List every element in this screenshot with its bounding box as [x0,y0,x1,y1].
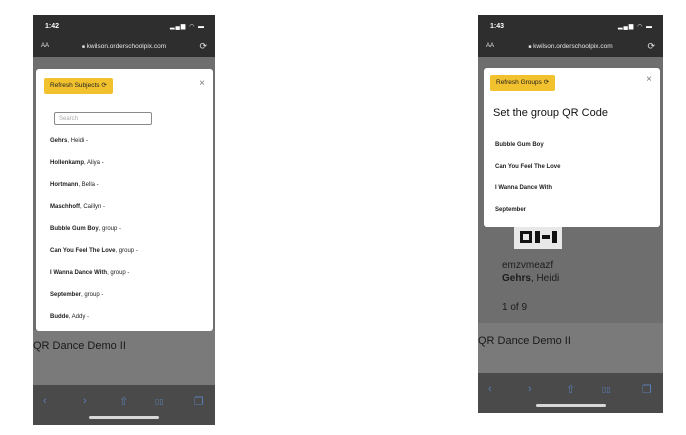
phone-left: 1:42 ▂▄▆ ◠ ▬ AA ■ kwilson.orderschoolpix… [33,15,215,425]
refresh-subjects-button[interactable]: Refresh Subjects ⟳ [44,78,113,94]
group-item[interactable]: Bubble Gum Boy [495,142,544,148]
address-bar[interactable]: AA ■ kwilson.orderschoolpix.com ⟳ [33,37,215,57]
page-band [33,330,215,385]
back-icon[interactable]: ‹ [488,383,492,395]
status-time: 1:42 [45,23,60,30]
refresh-groups-button[interactable]: Refresh Groups ⟳ [490,75,556,91]
page-band [478,323,663,373]
forward-icon[interactable]: › [83,395,87,407]
list-item[interactable]: Maschhoff, Caillyn - [50,204,105,210]
group-item[interactable]: Can You Feel The Love [495,164,560,170]
list-item[interactable]: Hortmann, Bella - [50,182,99,188]
close-icon[interactable]: × [646,74,652,85]
status-bar: 1:43 ▂▄▆ ◠ ▬ [478,15,663,37]
tabs-icon[interactable]: ❐ [194,395,204,408]
close-icon[interactable]: × [199,78,205,89]
lock-icon: ■ [81,44,85,50]
share-icon[interactable]: ⇧ [119,395,128,408]
url-text: kwilson.orderschoolpix.com [533,43,613,50]
refresh-icon: ⟳ [543,79,550,86]
list-item[interactable]: Gehrs, Heidi - [50,138,88,144]
page-title: QR Dance Demo II [33,340,126,352]
search-input[interactable]: Search [54,112,152,125]
status-bar: 1:42 ▂▄▆ ◠ ▬ [33,15,215,37]
group-item[interactable]: I Wanna Dance With [495,185,552,191]
list-item[interactable]: Bubble Gum Boy, group - [50,226,121,232]
browser-toolbar: ‹ › ⇧ ▯▯ ❐ [478,373,663,413]
forward-icon[interactable]: › [528,383,532,395]
url-label: ■ kwilson.orderschoolpix.com [33,43,215,50]
reload-icon[interactable]: ⟳ [647,41,655,52]
modal-heading: Set the group QR Code [493,107,608,119]
address-bar[interactable]: AA ■ kwilson.orderschoolpix.com ⟳ [478,37,663,57]
refresh-subjects-label: Refresh Subjects [50,82,100,89]
subject-name: Gehrs, Heidi [502,273,560,284]
signal-wifi-battery-icon: ▂▄▆ ◠ ▬ [169,24,205,30]
home-indicator [89,416,159,419]
refresh-icon: ⟳ [101,82,107,89]
list-item[interactable]: Hollenkamp, Aliya - [50,160,104,166]
qr-code-value: emzvmeazf [502,260,554,271]
share-icon[interactable]: ⇧ [566,383,575,396]
lock-icon: ■ [528,44,532,50]
home-indicator [535,404,606,407]
phone-right: 1:43 ▂▄▆ ◠ ▬ AA ■ kwilson.orderschoolpix… [478,15,663,413]
url-text: kwilson.orderschoolpix.com [86,43,167,50]
page-title: QR Dance Demo II [478,335,571,347]
refresh-groups-label: Refresh Groups [496,79,542,86]
browser-toolbar: ‹ › ⇧ ▯▯ ❐ [33,385,215,425]
tabs-icon[interactable]: ❐ [642,383,652,396]
bookmarks-icon[interactable]: ▯▯ [155,397,164,406]
list-item[interactable]: September, group - [50,292,103,298]
signal-wifi-battery-icon: ▂▄▆ ◠ ▬ [617,24,653,30]
url-label: ■ kwilson.orderschoolpix.com [478,43,663,50]
subject-count: 1 of 9 [502,302,528,313]
list-item[interactable]: Can You Feel The Love, group - [50,248,138,254]
list-item[interactable]: Budde, Addy - [50,314,89,320]
group-item[interactable]: September [495,207,526,213]
list-item[interactable]: I Wanna Dance With, group - [50,270,129,276]
back-icon[interactable]: ‹ [43,395,47,407]
qr-code-image [514,225,562,249]
groups-modal: Refresh Groups ⟳ × Set the group QR Code… [484,68,660,227]
bookmarks-icon[interactable]: ▯▯ [602,385,611,394]
reload-icon[interactable]: ⟳ [199,41,207,52]
status-time: 1:43 [490,23,505,30]
subjects-modal: Refresh Subjects ⟳ × Search Gehrs, Heidi… [36,69,213,331]
